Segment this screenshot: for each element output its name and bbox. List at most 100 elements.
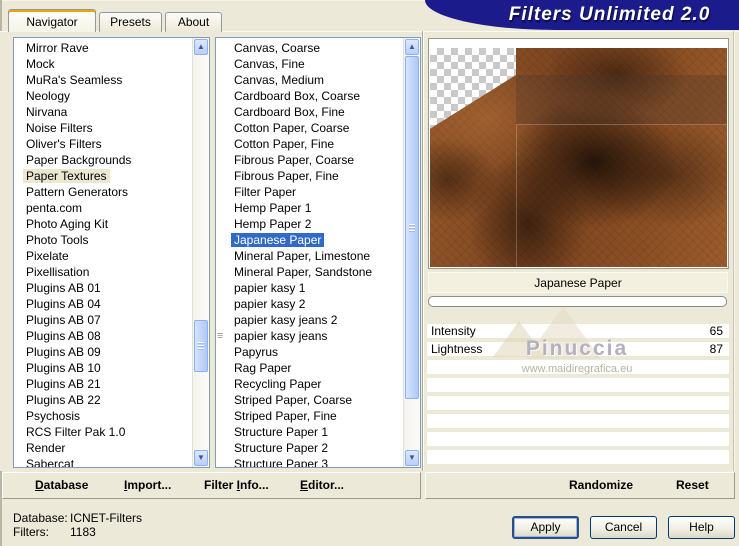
list-item[interactable]: Rag Paper — [216, 360, 403, 376]
list-item[interactable]: Cardboard Box, Coarse — [216, 88, 403, 104]
list-item[interactable]: Psychosis — [14, 408, 192, 424]
list-item[interactable]: Mirror Rave — [14, 40, 192, 56]
list-item[interactable]: Pixelate — [14, 248, 192, 264]
window-title: Filters Unlimited 2.0 — [508, 4, 711, 25]
list-item[interactable]: Photo Tools — [14, 232, 192, 248]
list-item[interactable]: Oliver's Filters — [14, 136, 192, 152]
filter-scrollbar[interactable]: ▲ ▼ — [403, 38, 420, 467]
status-filters-label: Filters: — [13, 525, 49, 539]
list-item[interactable]: papier kasy 2 — [216, 296, 403, 312]
scroll-down-icon[interactable]: ▼ — [194, 450, 208, 466]
list-item[interactable]: Plugins AB 22 — [14, 392, 192, 408]
empty-slider-row — [427, 414, 729, 428]
list-item[interactable]: Sabercat — [14, 456, 192, 467]
reset-button[interactable]: Reset — [676, 473, 709, 498]
list-item[interactable]: Fibrous Paper, Fine — [216, 168, 403, 184]
list-item[interactable]: Neology — [14, 88, 192, 104]
status-database-label: Database: — [13, 511, 68, 525]
empty-slider-row — [427, 378, 729, 392]
list-item[interactable]: Filter Paper — [216, 184, 403, 200]
list-item[interactable]: Structure Paper 2 — [216, 440, 403, 456]
list-item[interactable]: Fibrous Paper, Coarse — [216, 152, 403, 168]
list-item[interactable]: Japanese Paper — [216, 232, 403, 248]
list-item[interactable]: Mineral Paper, Limestone — [216, 248, 403, 264]
list-item[interactable]: Plugins AB 09 — [14, 344, 192, 360]
filters-unlimited-dialog: Filters Unlimited 2.0 Navigator Presets … — [0, 0, 739, 546]
preview-texture-image — [430, 48, 727, 267]
tab-presets[interactable]: Presets — [99, 12, 162, 32]
list-item[interactable]: Structure Paper 3 — [216, 456, 403, 467]
category-listbox[interactable]: Mirror Rave Mock MuRa's Seamless Neology Nir… — [13, 37, 210, 468]
cancel-button[interactable]: Cancel — [590, 516, 657, 539]
list-item[interactable]: Noise Filters — [14, 120, 192, 136]
list-item[interactable]: Pixellisation — [14, 264, 192, 280]
tab-navigator[interactable]: Navigator — [8, 9, 96, 32]
list-item[interactable]: Plugins AB 21 — [14, 376, 192, 392]
list-item[interactable]: Paper Textures — [14, 168, 192, 184]
list-item[interactable]: Photo Aging Kit — [14, 216, 192, 232]
param-label: Intensity — [431, 324, 476, 338]
filter-listbox[interactable]: Canvas, Coarse Canvas, Fine Canvas, Medium… — [215, 37, 421, 468]
title-banner: Filters Unlimited 2.0 — [425, 0, 739, 30]
list-item[interactable]: papier kasy 1 — [216, 280, 403, 296]
list-item[interactable]: Cotton Paper, Coarse — [216, 120, 403, 136]
status-database-value: ICNET-Filters — [70, 511, 142, 525]
progress-bar — [428, 296, 727, 307]
list-item[interactable]: Plugins AB 10 — [14, 360, 192, 376]
import-button[interactable]: Import... — [124, 473, 171, 498]
list-item[interactable]: Plugins AB 01 — [14, 280, 192, 296]
scrollbar-thumb[interactable] — [405, 56, 419, 399]
list-item[interactable]: Pattern Generators — [14, 184, 192, 200]
list-item[interactable]: Canvas, Fine — [216, 56, 403, 72]
list-item[interactable]: Striped Paper, Coarse — [216, 392, 403, 408]
list-item[interactable]: RCS Filter Pak 1.0 — [14, 424, 192, 440]
grip-icon: ≡ — [217, 330, 224, 342]
preview-transparency-checkerboard — [430, 48, 727, 267]
toolbar-left: Database Import... Filter Info... Editor… — [2, 472, 421, 499]
list-item[interactable]: Cotton Paper, Fine — [216, 136, 403, 152]
filter-info-button[interactable]: Filter Info... — [204, 473, 269, 498]
help-button[interactable]: Help — [668, 516, 735, 539]
list-item[interactable]: Render — [14, 440, 192, 456]
list-item[interactable]: papier kasy jeans 2 — [216, 312, 403, 328]
list-item[interactable]: Nirvana — [14, 104, 192, 120]
list-item[interactable]: Plugins AB 04 — [14, 296, 192, 312]
list-item[interactable]: Papyrus — [216, 344, 403, 360]
randomize-button[interactable]: Randomize — [569, 473, 633, 498]
thumb-grip-icon — [198, 342, 204, 350]
list-item[interactable]: penta.com — [14, 200, 192, 216]
list-item[interactable]: Hemp Paper 1 — [216, 200, 403, 216]
preview-panel: Japanese Paper Intensity 65 Lightness 87 Pi… — [425, 31, 739, 471]
list-item[interactable]: Structure Paper 1 — [216, 424, 403, 440]
texture-patch — [516, 75, 727, 125]
list-item[interactable]: Plugins AB 07 — [14, 312, 192, 328]
database-button[interactable]: Database — [35, 473, 88, 498]
watermark-url: www.maidiregrafica.eu — [521, 363, 633, 375]
texture-seam — [516, 125, 517, 267]
scroll-up-icon[interactable]: ▲ — [194, 39, 208, 55]
list-item[interactable]: Hemp Paper 2 — [216, 216, 403, 232]
list-item[interactable]: ≡ papier kasy jeans — [216, 328, 403, 344]
thumb-grip-icon — [409, 223, 415, 232]
list-item[interactable]: Mineral Paper, Sandstone — [216, 264, 403, 280]
list-item[interactable]: Mock — [14, 56, 192, 72]
apply-button[interactable]: Apply — [512, 516, 579, 539]
list-item[interactable]: Recycling Paper — [216, 376, 403, 392]
list-item[interactable]: Canvas, Medium — [216, 72, 403, 88]
category-scrollbar[interactable]: ▲ ▼ — [192, 38, 209, 467]
scroll-up-icon[interactable]: ▲ — [405, 39, 419, 55]
tab-about[interactable]: About — [165, 12, 222, 32]
status-filters-value: 1183 — [70, 525, 96, 539]
toolbar-right: Randomize Reset — [425, 472, 735, 499]
scrollbar-thumb[interactable] — [194, 320, 208, 372]
list-item[interactable]: Paper Backgrounds — [14, 152, 192, 168]
list-item[interactable]: MuRa's Seamless — [14, 72, 192, 88]
watermark-name: Pinuccia — [525, 337, 629, 360]
list-item[interactable]: Plugins AB 08 — [14, 328, 192, 344]
list-item[interactable]: Striped Paper, Fine — [216, 408, 403, 424]
scroll-down-icon[interactable]: ▼ — [405, 450, 419, 466]
editor-button[interactable]: Editor... — [300, 473, 344, 498]
preview-box[interactable] — [428, 38, 729, 269]
list-item[interactable]: Canvas, Coarse — [216, 40, 403, 56]
list-item[interactable]: Cardboard Box, Fine — [216, 104, 403, 120]
